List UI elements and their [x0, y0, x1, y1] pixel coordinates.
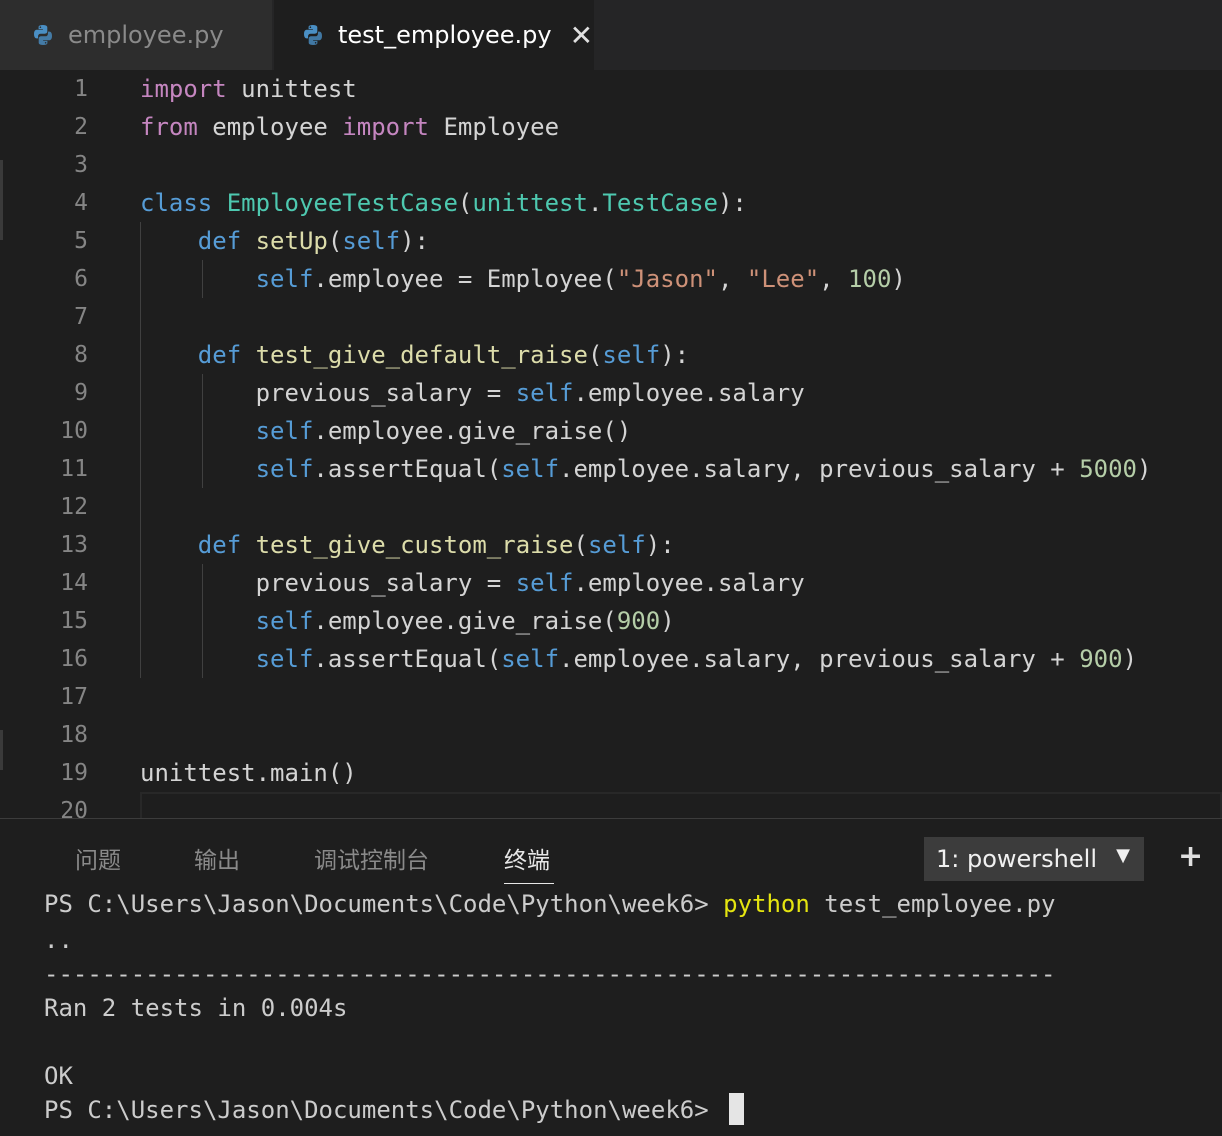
line-number: 12 [60, 494, 88, 520]
gutter-marker [0, 160, 3, 240]
close-icon[interactable]: ✕ [570, 19, 593, 52]
line-number: 3 [74, 152, 88, 178]
terminal-prompt: PS C:\Users\Jason\Documents\Code\Python\… [44, 890, 724, 918]
line-number: 19 [60, 760, 88, 786]
line-number: 11 [60, 456, 88, 482]
add-terminal-icon[interactable]: + [1178, 839, 1203, 874]
terminal-prompt: PS C:\Users\Jason\Documents\Code\Python\… [44, 1096, 724, 1124]
terminal-ok: OK [44, 1062, 73, 1090]
active-tab-indicator [504, 883, 554, 884]
terminal-cursor [729, 1093, 745, 1125]
code-line: self.employee.give_raise(900) [255, 607, 675, 635]
tab-label: test_employee.py [338, 21, 552, 49]
dropdown-arrow-icon: ▼ [1116, 845, 1130, 866]
indent-guide [202, 374, 203, 488]
line-number: 2 [74, 114, 88, 140]
panel-tab-output[interactable]: 输出 [194, 841, 240, 875]
line-number: 4 [74, 190, 88, 216]
line-number: 20 [60, 798, 88, 818]
panel-tab-debug-console[interactable]: 调试控制台 [314, 841, 429, 875]
terminal-dots: .. [44, 926, 73, 954]
terminal-separator: ----------------------------------------… [44, 960, 1056, 988]
line-number: 1 [74, 76, 88, 102]
terminal-command-args: test_employee.py [809, 890, 1056, 918]
indent-guide [140, 222, 141, 678]
line-number: 8 [74, 342, 88, 368]
panel-tab-terminal[interactable]: 终端 [504, 841, 550, 875]
tab-employee-py[interactable]: employee.py [0, 0, 272, 70]
terminal-select-value: 1: powershell [936, 845, 1097, 873]
tab-label: employee.py [68, 21, 224, 49]
line-number: 7 [74, 304, 88, 330]
terminal-line: PS C:\Users\Jason\Documents\Code\Python\… [44, 887, 1055, 921]
current-line-highlight [140, 792, 1222, 818]
line-number: 16 [60, 646, 88, 672]
python-file-icon [304, 25, 322, 45]
code-line: unittest.main() [140, 759, 357, 787]
line-number: 14 [60, 570, 88, 596]
line-number: 17 [60, 684, 88, 710]
indent-guide [202, 260, 203, 298]
code-line: self.employee = Employee("Jason", "Lee",… [255, 265, 906, 293]
bottom-panel: 问题 输出 调试控制台 终端 1: powershell ▼ + PS C:\U… [0, 818, 1222, 1136]
terminal-line[interactable]: PS C:\Users\Jason\Documents\Code\Python\… [44, 1093, 745, 1127]
code-line: self.employee.give_raise() [255, 417, 632, 445]
gutter-marker [0, 730, 3, 770]
terminal-select[interactable]: 1: powershell ▼ [924, 837, 1144, 881]
code-line: previous_salary = self.employee.salary [140, 379, 805, 407]
line-number: 5 [74, 228, 88, 254]
code-line: def test_give_custom_raise(self): [197, 531, 675, 559]
code-line: def test_give_default_raise(self): [197, 341, 690, 369]
line-number: 6 [74, 266, 88, 292]
code-line: self.assertEqual(self.employee.salary, p… [255, 455, 1152, 483]
line-number: 13 [60, 532, 88, 558]
line-number: 10 [60, 418, 88, 444]
terminal-command: python [723, 890, 810, 918]
code-line: self.assertEqual(self.employee.salary, p… [255, 645, 1138, 673]
terminal-ran: Ran 2 tests in 0.004s [44, 994, 348, 1022]
panel-tab-problems[interactable]: 问题 [75, 841, 121, 875]
code-line: class EmployeeTestCase(unittest.TestCase… [140, 189, 747, 217]
code-line: import unittest [140, 75, 357, 103]
code-line: from employee import Employee [140, 113, 560, 141]
python-file-icon [34, 25, 52, 45]
line-number: 9 [74, 380, 88, 406]
code-line: previous_salary = self.employee.salary [140, 569, 805, 597]
code-line: def setUp(self): [197, 227, 430, 255]
tab-test-employee-py[interactable]: test_employee.py ✕ [274, 0, 594, 70]
line-number: 18 [60, 722, 88, 748]
line-number: 15 [60, 608, 88, 634]
code-editor[interactable]: 1 2 3 4 5 6 7 8 9 10 11 12 13 14 15 16 17 18 19 20 import u… [0, 70, 1222, 818]
indent-guide [202, 564, 203, 678]
tab-bar: employee.py test_employee.py ✕ [0, 0, 1222, 70]
